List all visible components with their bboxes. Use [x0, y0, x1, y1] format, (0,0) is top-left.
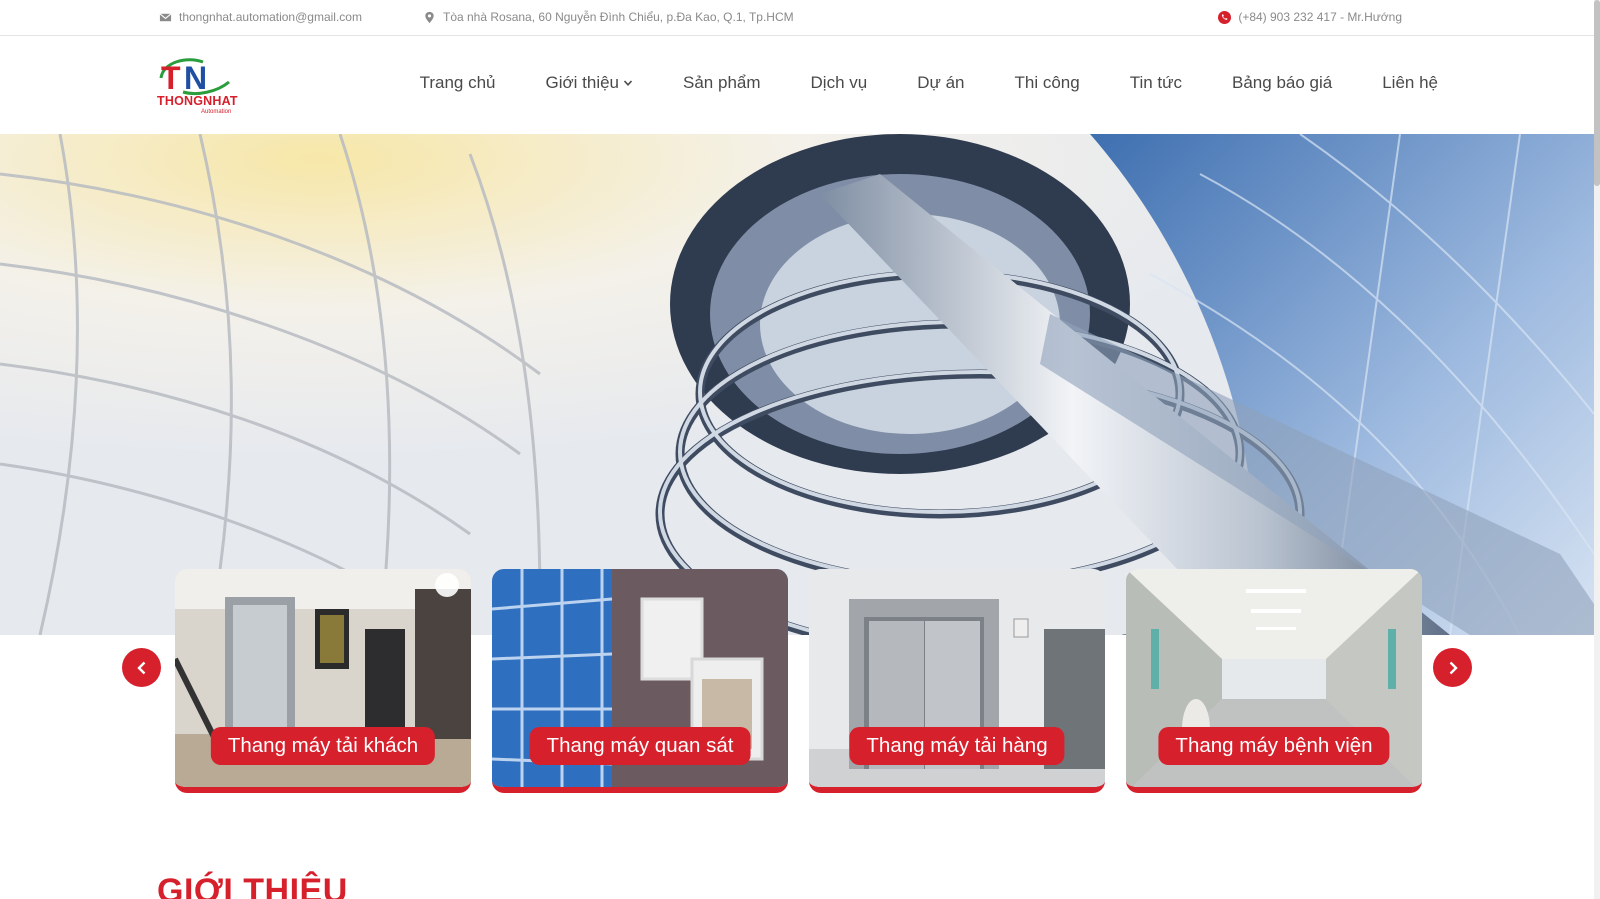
page-scrollbar[interactable]	[1594, 0, 1600, 899]
carousel-next-button[interactable]	[1433, 648, 1472, 687]
chevron-right-icon	[1449, 661, 1458, 674]
logo-mark-n: N	[184, 60, 207, 96]
nav-item-bang-bao-gia[interactable]: Bảng báo giá	[1232, 73, 1332, 93]
topbar-phone[interactable]: (+84) 903 232 417 - Mr.Hướng	[1218, 10, 1402, 24]
topbar-address: Tòa nhà Rosana, 60 Nguyễn Đình Chiểu, p.…	[423, 10, 794, 24]
scrollbar-thumb[interactable]	[1594, 0, 1600, 186]
logo-tagline: Automation	[201, 109, 232, 115]
nav-item-du-an[interactable]: Dự án	[917, 73, 964, 93]
phone-icon	[1218, 10, 1232, 24]
nav-item-label: Giới thiệu	[545, 73, 620, 92]
nav-item-dich-vu[interactable]: Dịch vụ	[811, 73, 868, 93]
main-nav: Trang chủ Giới thiệu Sản phẩm Dịch vụ Dự…	[420, 73, 1438, 93]
nav-item-trang-chu[interactable]: Trang chủ	[420, 73, 496, 93]
site-logo[interactable]: T N THONGNHAT Automation	[157, 56, 238, 116]
intro-section-title: GIỚI THIỆU	[157, 872, 348, 899]
nav-item-thi-cong[interactable]: Thi công	[1015, 73, 1080, 93]
top-info-bar: thongnhat.automation@gmail.com Tòa nhà R…	[0, 0, 1594, 36]
site-header: T N THONGNHAT Automation Trang chủ Giới …	[0, 36, 1594, 134]
logo-mark-t: T	[161, 60, 181, 96]
nav-item-lien-he[interactable]: Liên hệ	[1382, 73, 1438, 93]
product-card-freight[interactable]: Thang máy tải hàng	[809, 569, 1105, 793]
chevron-down-icon	[623, 80, 633, 86]
topbar-email[interactable]: thongnhat.automation@gmail.com	[159, 10, 362, 24]
chevron-left-icon	[136, 661, 145, 674]
hero-elevator-image	[0, 134, 1594, 635]
card-label: Thang máy quan sát	[529, 727, 751, 765]
nav-item-tin-tuc[interactable]: Tin tức	[1130, 73, 1182, 93]
location-pin-icon	[425, 11, 434, 23]
product-card-panoramic[interactable]: Thang máy quan sát	[492, 569, 788, 793]
product-card-hospital[interactable]: Thang máy bệnh viện	[1126, 569, 1422, 793]
card-label: Thang máy bệnh viện	[1158, 727, 1390, 765]
card-label: Thang máy tải khách	[210, 727, 436, 765]
mail-icon	[159, 12, 172, 21]
nav-item-san-pham[interactable]: Sản phẩm	[683, 73, 761, 93]
topbar-email-text: thongnhat.automation@gmail.com	[179, 10, 362, 24]
product-card-passenger[interactable]: Thang máy tải khách	[175, 569, 471, 793]
carousel-prev-button[interactable]	[122, 648, 161, 687]
nav-item-gioi-thieu[interactable]: Giới thiệu	[546, 73, 634, 93]
hero-banner	[0, 134, 1594, 635]
topbar-phone-text: (+84) 903 232 417 - Mr.Hướng	[1238, 10, 1402, 24]
card-label: Thang máy tải hàng	[849, 727, 1065, 765]
topbar-address-text: Tòa nhà Rosana, 60 Nguyễn Đình Chiểu, p.…	[443, 10, 794, 24]
logo-name: THONGNHAT	[157, 94, 238, 108]
